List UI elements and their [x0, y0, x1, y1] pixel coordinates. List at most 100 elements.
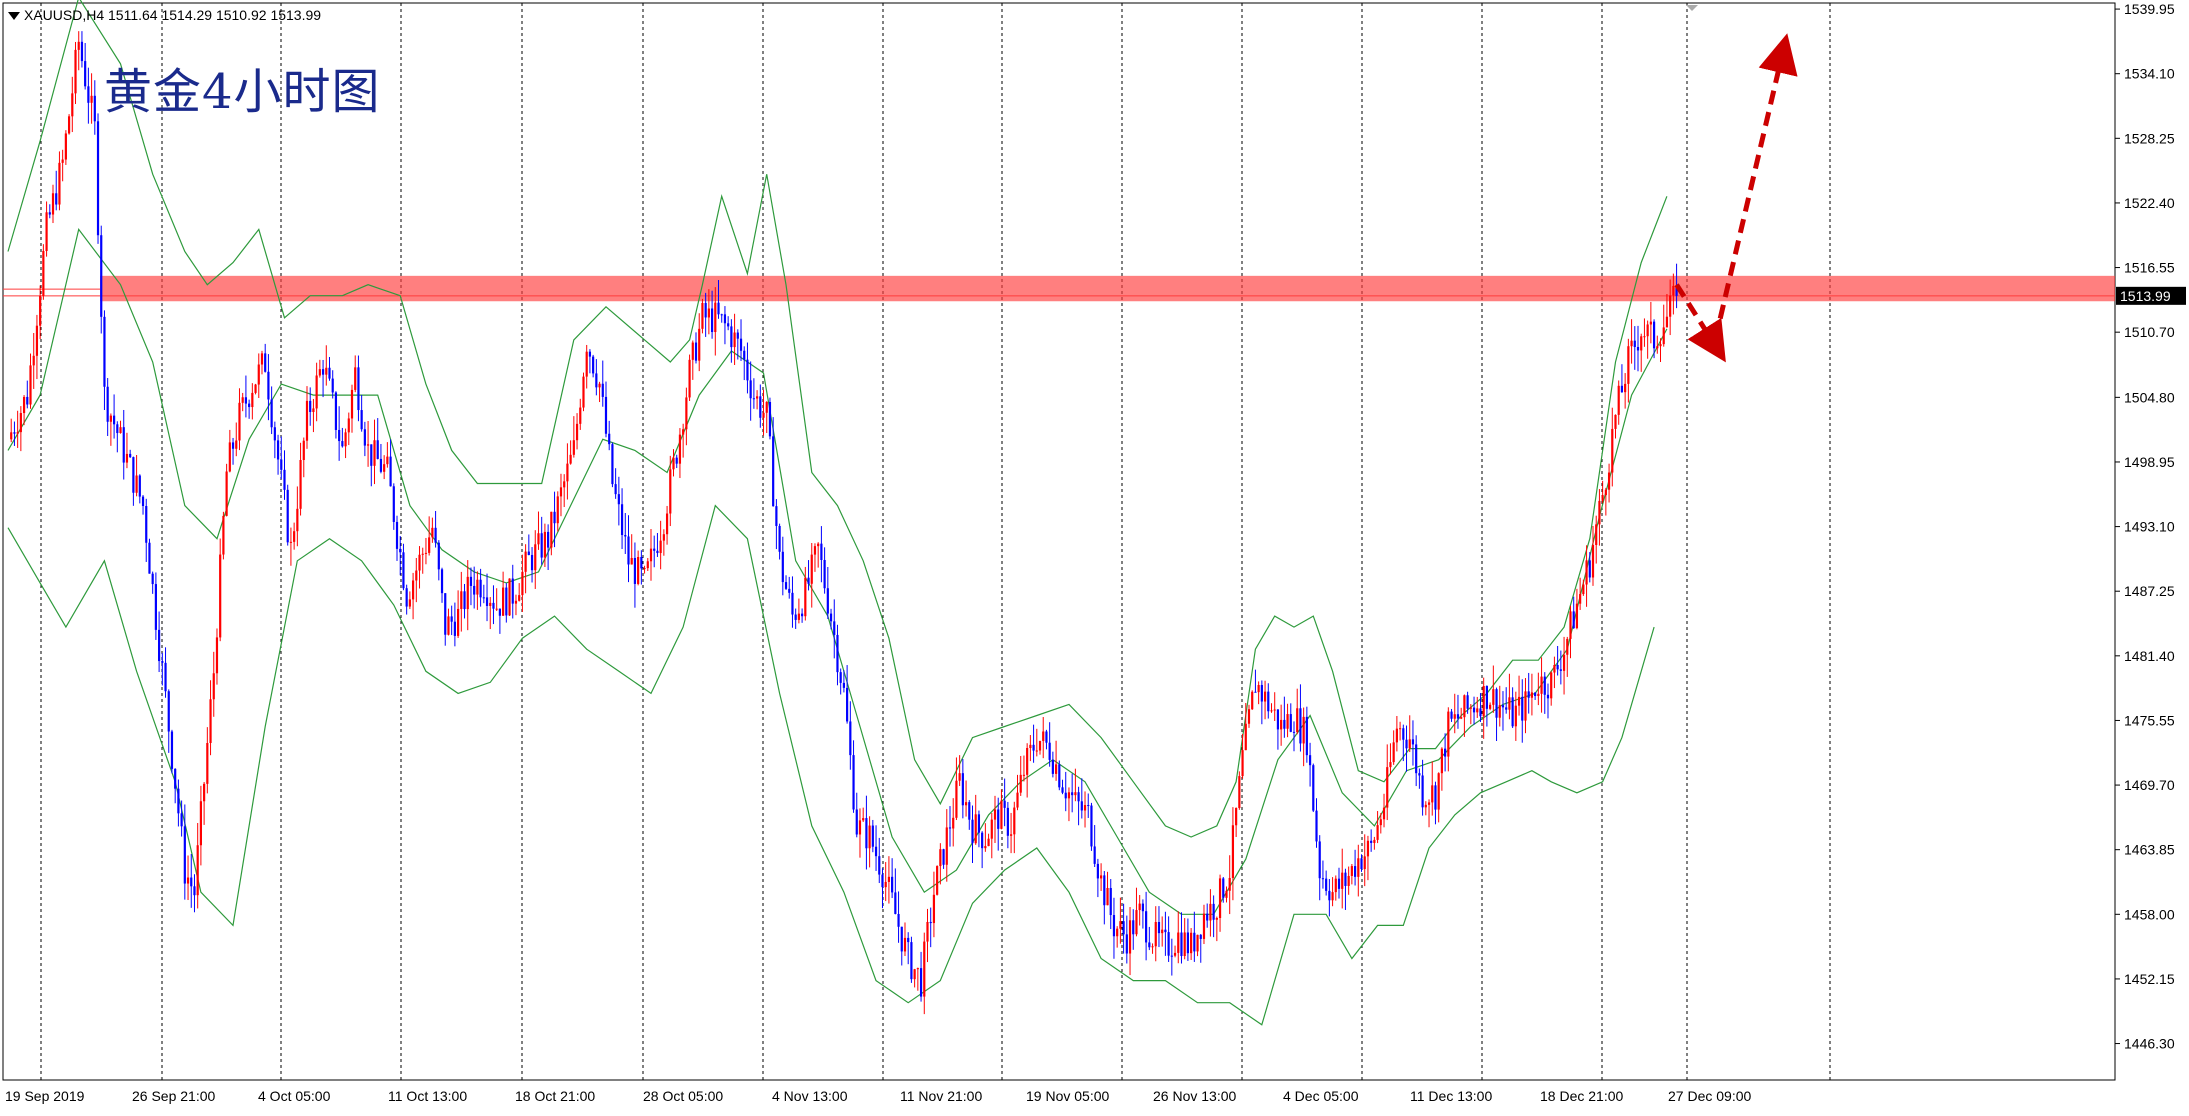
candle-body: [547, 531, 550, 548]
candle-body: [1418, 773, 1421, 776]
candle-body: [524, 551, 527, 572]
candle-body: [1395, 728, 1398, 743]
candle-body: [505, 587, 508, 616]
candle-body: [1013, 807, 1016, 835]
candle-body: [1656, 346, 1659, 349]
candle-body: [109, 415, 112, 422]
candle-body: [415, 570, 418, 581]
candle-body: [1112, 915, 1116, 937]
candle-body: [521, 571, 524, 596]
candle-body: [826, 588, 829, 614]
candle-body: [238, 402, 241, 441]
candle-body: [251, 392, 254, 408]
candle-body: [431, 527, 434, 538]
candle-body: [698, 328, 701, 361]
candle-body: [13, 432, 16, 434]
candle-body: [759, 396, 762, 418]
candle-body: [174, 768, 177, 789]
candle-body: [145, 506, 148, 543]
candle-body: [919, 968, 923, 997]
candle-body: [685, 397, 688, 430]
candle-body: [730, 326, 733, 348]
candle-body: [1183, 932, 1186, 957]
candle-body: [1672, 285, 1675, 296]
candle-body: [961, 773, 964, 806]
candle-body: [923, 941, 926, 997]
candle-body: [836, 634, 839, 673]
candle-body: [1251, 691, 1254, 710]
candle-body: [559, 487, 563, 497]
candle-body: [209, 699, 212, 743]
candle-body: [29, 365, 32, 405]
candle-body: [804, 577, 807, 617]
candle-body: [93, 95, 96, 122]
candle-body: [231, 442, 235, 449]
candle-body: [106, 386, 109, 422]
candle-body: [1366, 840, 1370, 857]
candle-body: [945, 827, 948, 865]
collapse-triangle-icon[interactable]: [8, 12, 20, 20]
candle-body: [379, 458, 383, 472]
candle-body: [990, 819, 993, 839]
candle-body: [1318, 841, 1321, 879]
candle-body: [656, 550, 659, 554]
candle-body: [1296, 708, 1299, 733]
candle-body: [212, 673, 215, 700]
candle-body: [437, 542, 440, 570]
candle-body: [1617, 385, 1620, 415]
candle-body: [1476, 708, 1479, 713]
candle-body: [16, 432, 19, 434]
candle-body: [135, 475, 138, 493]
candle-body: [1485, 686, 1488, 709]
candle-body: [765, 401, 768, 413]
candle-body: [434, 527, 437, 543]
candle-body: [450, 616, 453, 622]
candle-body: [1427, 802, 1431, 805]
candle-body: [334, 392, 338, 430]
candle-body: [1286, 714, 1289, 729]
candle-body: [386, 456, 389, 465]
plot-frame: [2, 2, 2116, 1081]
candle-body: [894, 892, 897, 914]
candle-body: [614, 484, 617, 495]
candle-body: [817, 543, 820, 547]
candle-body: [842, 682, 845, 688]
candle-body: [540, 533, 543, 558]
price-chart[interactable]: 19 Sep 2019 26 Sep 21:00 4 Oct 05:00 11 Oct…: [0, 0, 2189, 1111]
candle-body: [1537, 693, 1540, 697]
candle-body: [1630, 340, 1633, 347]
candle-body: [48, 212, 51, 215]
y-tick-label: 1522.40: [2124, 195, 2175, 211]
candle-body: [112, 415, 116, 425]
candle-body: [733, 332, 736, 348]
candle-body: [1559, 669, 1562, 671]
x-tick-label: 19 Nov 05:00: [1026, 1088, 1109, 1104]
candle-body: [839, 672, 842, 683]
candle-body: [768, 401, 772, 437]
candle-body: [903, 937, 907, 952]
y-tick-label: 1504.80: [2124, 389, 2175, 405]
candle-body: [810, 554, 813, 584]
candle-body: [752, 398, 755, 400]
candle-body: [1119, 921, 1122, 929]
candle-body: [717, 302, 720, 315]
candle-body: [871, 825, 874, 847]
y-tick-label: 1516.55: [2124, 260, 2175, 276]
candle-body: [26, 396, 29, 405]
candle-body: [916, 968, 919, 970]
candle-body: [1530, 692, 1534, 698]
candle-body: [1074, 792, 1077, 796]
candle-body: [948, 827, 952, 829]
candle-body: [1572, 611, 1575, 629]
candle-body: [527, 551, 530, 555]
candle-body: [964, 802, 968, 806]
ohlc-values: 1511.64 1514.29 1510.92 1513.99: [108, 7, 322, 23]
candle-body: [907, 937, 910, 943]
candle-body: [1218, 878, 1222, 918]
candle-body: [421, 553, 424, 555]
candle-body: [807, 577, 810, 584]
candle-body: [939, 849, 942, 867]
candle-body: [868, 825, 871, 849]
candle-body: [627, 536, 630, 565]
candle-body: [1360, 858, 1363, 870]
